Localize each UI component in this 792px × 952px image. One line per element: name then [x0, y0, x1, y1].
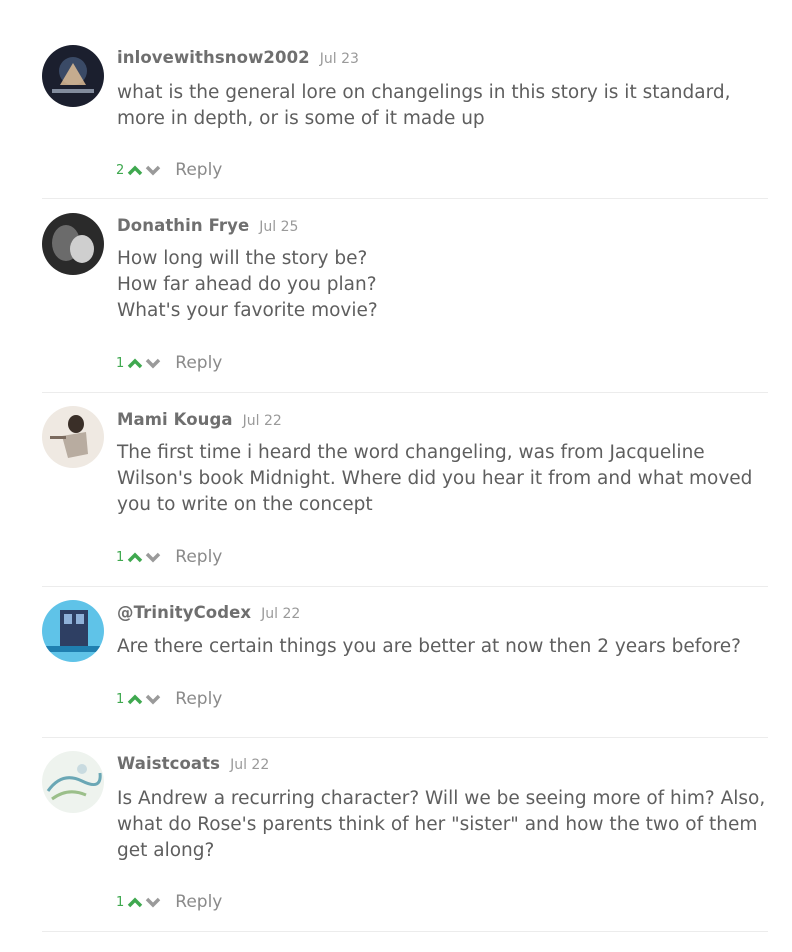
divider: [42, 392, 768, 393]
chevron-down-icon[interactable]: [145, 896, 161, 908]
comment-line: Wilson's book Midnight. Where did you he…: [117, 468, 753, 489]
reply-button[interactable]: Reply: [175, 353, 222, 373]
divider: [42, 737, 768, 738]
reply-button[interactable]: Reply: [175, 160, 222, 180]
chevron-down-icon[interactable]: [145, 693, 161, 705]
chevron-up-icon[interactable]: [127, 357, 143, 369]
comment-body: Are there certain things you are better …: [117, 634, 767, 660]
comment-date: Jul 23: [319, 51, 359, 67]
comment-body: The first time i heard the word changeli…: [117, 440, 767, 518]
vote-controls: 1 Reply: [116, 353, 222, 373]
avatar[interactable]: [42, 751, 104, 813]
avatar[interactable]: [42, 406, 104, 468]
vote-count: 1: [116, 549, 125, 565]
vote-count: 1: [116, 894, 125, 910]
author-name[interactable]: @TrinityCodex: [117, 603, 251, 622]
vote-controls: 1 Reply: [116, 892, 222, 912]
comment-line: get along?: [117, 840, 215, 861]
divider: [42, 931, 768, 932]
comment-line: what do Rose's parents think of her "sis…: [117, 814, 758, 835]
vote-count: 2: [116, 162, 125, 178]
comment-line: How far ahead do you plan?: [117, 274, 377, 295]
comment-date: Jul 22: [230, 757, 270, 773]
comment-date: Jul 22: [261, 606, 301, 622]
divider: [42, 198, 768, 199]
author-name[interactable]: Waistcoats: [117, 754, 220, 773]
comment-line: Is Andrew a recurring character? Will we…: [117, 788, 766, 809]
reply-button[interactable]: Reply: [175, 892, 222, 912]
chevron-up-icon[interactable]: [127, 693, 143, 705]
comment-line: Are there certain things you are better …: [117, 636, 742, 657]
comment-line: The first time i heard the word changeli…: [117, 442, 705, 463]
avatar[interactable]: [42, 45, 104, 107]
vote-count: 1: [116, 691, 125, 707]
comment-date: Jul 22: [242, 413, 282, 429]
comment-line: How long will the story be?: [117, 248, 368, 269]
vote-controls: 1 Reply: [116, 689, 222, 709]
chevron-up-icon[interactable]: [127, 551, 143, 563]
avatar[interactable]: [42, 213, 104, 275]
author-name[interactable]: inlovewithsnow2002: [117, 48, 310, 67]
avatar[interactable]: [42, 600, 104, 662]
comment-line: more in depth, or is some of it made up: [117, 108, 485, 129]
chevron-down-icon[interactable]: [145, 357, 161, 369]
chevron-up-icon[interactable]: [127, 164, 143, 176]
comment-body: Is Andrew a recurring character? Will we…: [117, 786, 767, 864]
chevron-down-icon[interactable]: [145, 164, 161, 176]
chevron-up-icon[interactable]: [127, 896, 143, 908]
reply-button[interactable]: Reply: [175, 689, 222, 709]
vote-controls: 2 Reply: [116, 160, 222, 180]
chevron-down-icon[interactable]: [145, 551, 161, 563]
comment-line: what is the general lore on changelings …: [117, 82, 731, 103]
vote-count: 1: [116, 355, 125, 371]
vote-controls: 1 Reply: [116, 547, 222, 567]
author-name[interactable]: Mami Kouga: [117, 410, 233, 429]
comment-line: What's your favorite movie?: [117, 300, 378, 321]
comment-date: Jul 25: [259, 219, 299, 235]
reply-button[interactable]: Reply: [175, 547, 222, 567]
comment-line: you to write on the concept: [117, 494, 373, 515]
author-name[interactable]: Donathin Frye: [117, 216, 249, 235]
comment-body: How long will the story be? How far ahea…: [117, 246, 767, 324]
comment-body: what is the general lore on changelings …: [117, 80, 767, 132]
divider: [42, 586, 768, 587]
